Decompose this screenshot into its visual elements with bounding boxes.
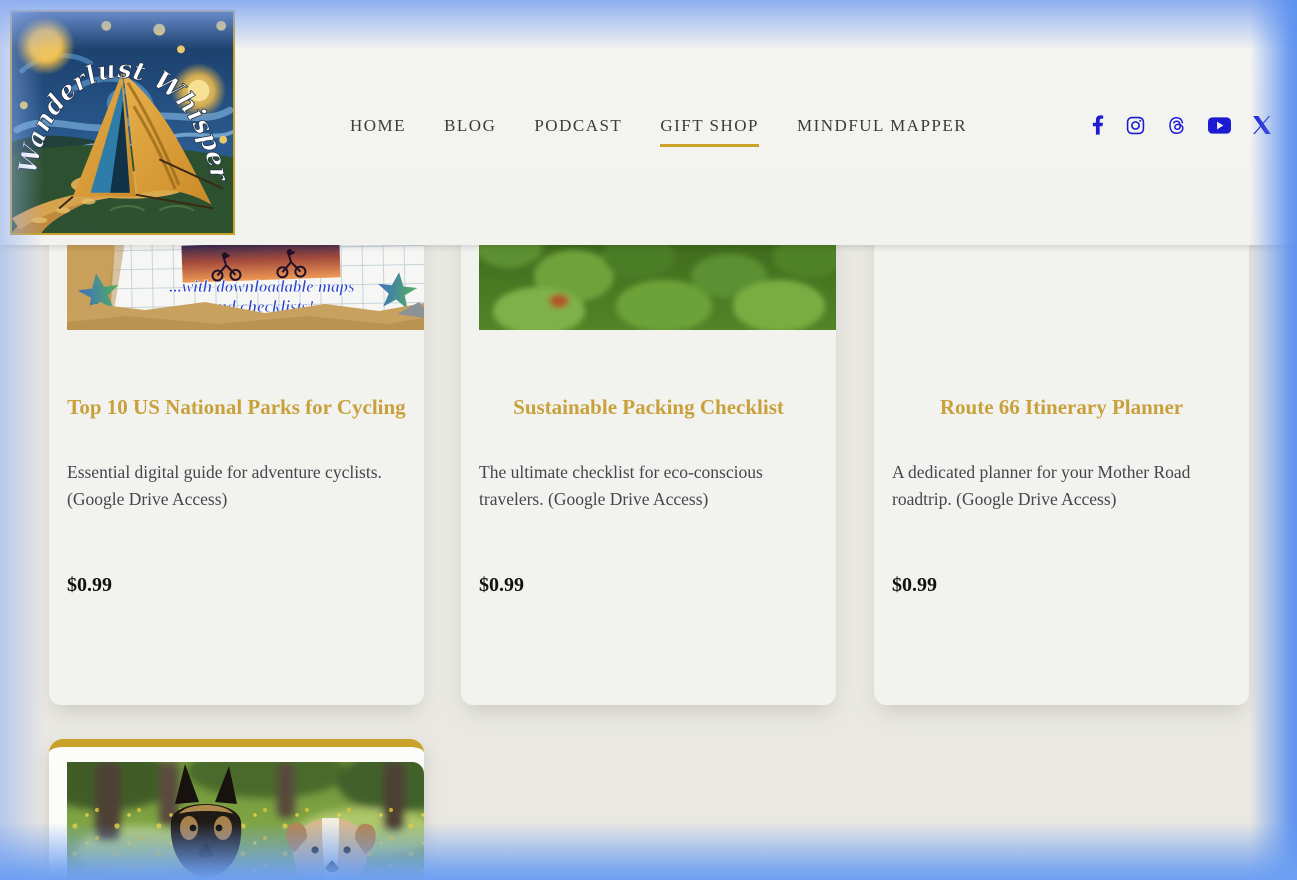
product-price: $0.99: [892, 573, 1231, 597]
product-image-two-dogs[interactable]: [67, 762, 424, 880]
nav-item-blog[interactable]: BLOG: [444, 116, 496, 136]
product-card-two-dogs[interactable]: [49, 739, 424, 880]
instagram-icon[interactable]: [1126, 116, 1145, 135]
nav-item-gift-shop[interactable]: GIFT SHOP: [660, 116, 759, 136]
product-title[interactable]: Top 10 US National Parks for Cycling: [65, 394, 408, 421]
facebook-icon[interactable]: [1092, 115, 1104, 135]
youtube-icon[interactable]: [1208, 117, 1231, 134]
collage-overlay-line-1: ...with downloadable maps: [169, 277, 355, 296]
product-price: $0.99: [479, 573, 818, 597]
nav-item-home[interactable]: HOME: [350, 116, 406, 136]
social-bar: [1092, 114, 1271, 136]
product-title[interactable]: Sustainable Packing Checklist: [477, 394, 820, 421]
product-price: $0.99: [67, 573, 406, 597]
product-title[interactable]: Route 66 Itinerary Planner: [890, 394, 1233, 421]
site-logo[interactable]: Wanderlust Whisperz: [10, 10, 235, 235]
product-description: The ultimate checklist for eco-conscious…: [479, 459, 818, 513]
threads-icon[interactable]: [1167, 116, 1186, 135]
product-description: A dedicated planner for your Mother Road…: [892, 459, 1231, 513]
product-description: Essential digital guide for adventure cy…: [67, 459, 406, 513]
main-nav: HOME BLOG PODCAST GIFT SHOP MINDFUL MAPP…: [350, 116, 967, 136]
page: ...with downloadable maps and checklists…: [0, 0, 1297, 880]
site-header: Wanderlust Whisperz HOME BLOG PODCAST GI…: [0, 0, 1297, 245]
x-icon[interactable]: [1253, 116, 1271, 134]
nav-item-mindful-mapper[interactable]: MINDFUL MAPPER: [797, 116, 967, 136]
nav-item-podcast[interactable]: PODCAST: [534, 116, 622, 136]
